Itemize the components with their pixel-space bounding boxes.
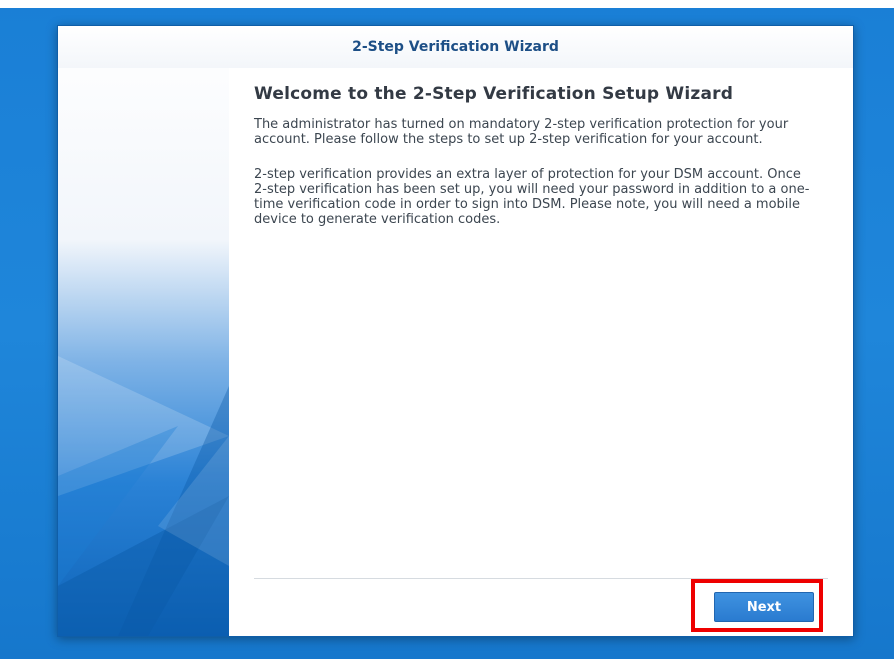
page-heading: Welcome to the 2-Step Verification Setup… — [254, 84, 734, 104]
intro-paragraph: The administrator has turned on mandator… — [254, 117, 789, 147]
next-button-highlight — [691, 579, 823, 632]
details-paragraph: 2-step verification provides an extra la… — [254, 167, 810, 227]
wizard-window: 2-Step Verification Wizard Welcome to th… — [57, 25, 854, 637]
side-graphic — [58, 26, 229, 636]
side-decoration-panel — [58, 26, 229, 636]
wizard-content: Welcome to the 2-Step Verification Setup… — [254, 84, 824, 247]
desktop-top-strip — [0, 0, 894, 8]
window-title: 2-Step Verification Wizard — [58, 26, 853, 68]
